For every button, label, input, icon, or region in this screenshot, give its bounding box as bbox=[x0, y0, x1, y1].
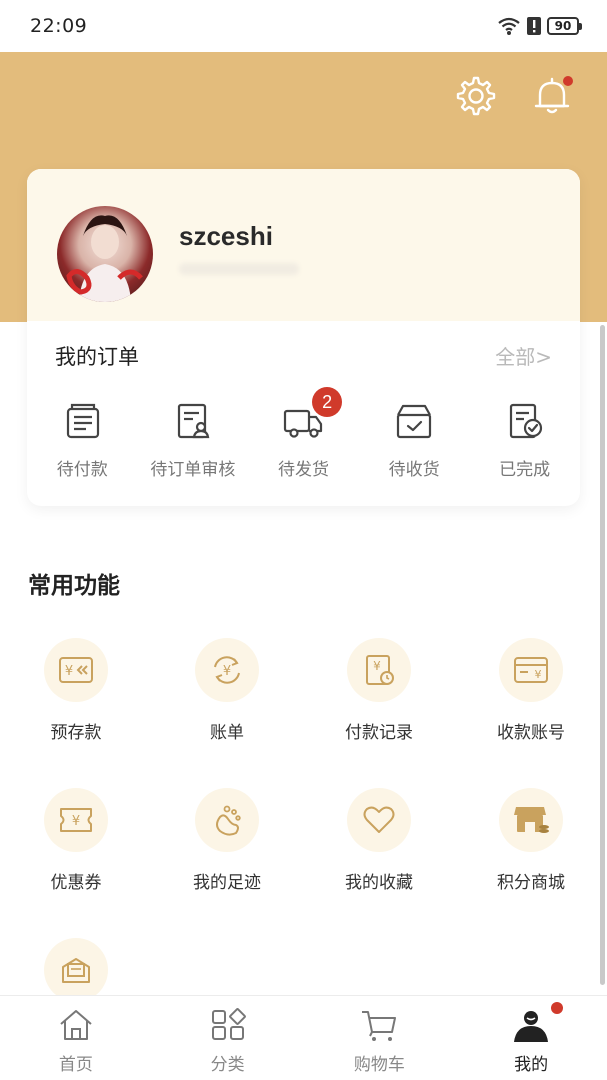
home-icon bbox=[60, 1010, 92, 1040]
wifi-icon bbox=[498, 17, 520, 35]
func-label: 付款记录 bbox=[345, 723, 413, 743]
wallet-list-icon bbox=[67, 403, 100, 439]
username: szceshi bbox=[179, 221, 273, 251]
document-review-icon bbox=[177, 403, 210, 439]
svg-text:¥: ¥ bbox=[535, 668, 542, 681]
document-check-icon bbox=[509, 403, 542, 439]
nav-label: 首页 bbox=[58, 1055, 93, 1075]
my-orders-title: 我的订单 bbox=[55, 345, 139, 369]
order-label: 待收货 bbox=[388, 460, 440, 480]
settings-icon[interactable] bbox=[456, 76, 496, 116]
all-orders-link[interactable]: 全部> bbox=[495, 341, 552, 370]
nav-profile[interactable]: 我的 bbox=[455, 996, 607, 1080]
func-coupon[interactable]: ¥ 优惠券 bbox=[0, 788, 152, 893]
order-pending-payment[interactable]: 待付款 bbox=[27, 401, 138, 480]
nav-label: 分类 bbox=[210, 1055, 245, 1075]
avatar[interactable] bbox=[57, 206, 153, 302]
profile-info: szceshi bbox=[27, 169, 580, 321]
func-payment-record[interactable]: ¥ 付款记录 bbox=[303, 638, 455, 743]
order-pending-shipment[interactable]: 待发货 2 bbox=[248, 387, 359, 480]
func-label: 我的足迹 bbox=[193, 873, 261, 893]
order-label: 待发货 bbox=[277, 460, 329, 480]
bill-icon: ¥ bbox=[214, 656, 240, 684]
payment-record-icon: ¥ bbox=[366, 655, 394, 685]
func-favorites[interactable]: 我的收藏 bbox=[303, 788, 455, 893]
func-prepaid[interactable]: ¥ 预存款 bbox=[0, 638, 152, 743]
func-bill[interactable]: ¥ 账单 bbox=[151, 638, 303, 743]
points-store-icon bbox=[514, 807, 549, 833]
coupon-icon: ¥ bbox=[60, 808, 92, 832]
category-icon bbox=[211, 1008, 246, 1040]
svg-text:¥: ¥ bbox=[65, 664, 73, 679]
box-check-icon bbox=[396, 404, 432, 439]
nav-home[interactable]: 首页 bbox=[0, 996, 152, 1080]
footprint-icon bbox=[216, 805, 241, 836]
order-status-row: 待付款 待订单审核 待发货 2 待收货 已完成 bbox=[27, 387, 580, 480]
bottom-navigation: 首页 分类 购物车 我的 bbox=[0, 995, 607, 1080]
nav-cart[interactable]: 购物车 bbox=[304, 996, 456, 1080]
order-count-badge: 2 bbox=[312, 387, 343, 417]
notification-dot bbox=[551, 1002, 564, 1014]
notification-dot bbox=[563, 76, 573, 86]
func-label: 预存款 bbox=[50, 723, 102, 743]
nav-label: 购物车 bbox=[353, 1055, 405, 1075]
prepaid-icon: ¥ bbox=[59, 657, 93, 683]
func-label: 账单 bbox=[210, 723, 244, 743]
scrollbar[interactable] bbox=[600, 325, 605, 985]
func-label: 优惠券 bbox=[50, 873, 102, 893]
status-time: 22:09 bbox=[30, 15, 88, 37]
status-bar: 22:09 90 bbox=[0, 0, 607, 52]
order-pending-receipt[interactable]: 待收货 bbox=[359, 401, 470, 480]
func-receiving-account[interactable]: ¥ 收款账号 bbox=[455, 638, 607, 743]
profile-card: szceshi 我的订单 全部> 待付款 待订单审核 待发货 2 待收货 已完成 bbox=[27, 169, 580, 506]
order-completed[interactable]: 已完成 bbox=[469, 401, 580, 480]
profile-icon bbox=[514, 1011, 549, 1042]
svg-text:¥: ¥ bbox=[373, 659, 381, 673]
func-footprint[interactable]: 我的足迹 bbox=[151, 788, 303, 893]
order-label: 待付款 bbox=[56, 460, 108, 480]
cart-icon bbox=[362, 1011, 397, 1041]
order-pending-review[interactable]: 待订单审核 bbox=[138, 401, 249, 480]
order-label: 待订单审核 bbox=[150, 460, 236, 480]
user-id-masked bbox=[179, 263, 299, 275]
nav-category[interactable]: 分类 bbox=[152, 996, 304, 1080]
func-label: 我的收藏 bbox=[345, 873, 413, 893]
svg-text:¥: ¥ bbox=[72, 814, 80, 829]
avatar-image bbox=[66, 215, 143, 302]
svg-text:¥: ¥ bbox=[223, 664, 231, 679]
battery-indicator: 90 bbox=[547, 17, 582, 35]
heart-icon bbox=[363, 806, 395, 833]
func-label: 收款账号 bbox=[497, 723, 565, 743]
order-label: 已完成 bbox=[499, 460, 551, 480]
mail-icon bbox=[62, 958, 90, 983]
receiving-account-icon: ¥ bbox=[514, 657, 548, 683]
nav-label: 我的 bbox=[514, 1055, 549, 1075]
status-icons: 90 bbox=[497, 16, 582, 36]
common-functions-title: 常用功能 bbox=[28, 573, 120, 599]
func-points-store[interactable]: 积分商城 bbox=[455, 788, 607, 893]
func-label: 积分商城 bbox=[497, 873, 565, 893]
alert-icon bbox=[527, 17, 541, 35]
